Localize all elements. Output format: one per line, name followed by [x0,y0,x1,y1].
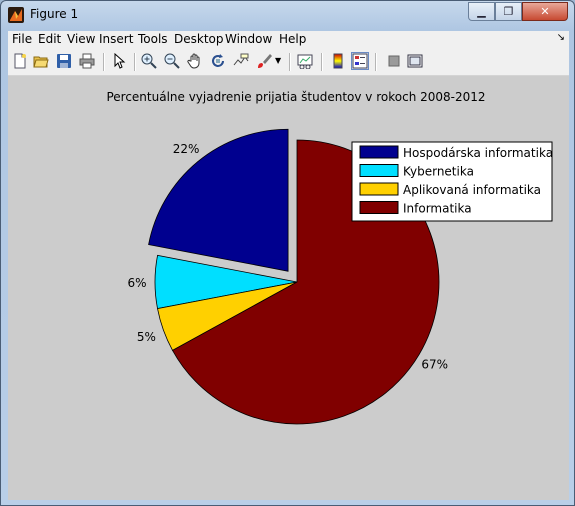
legend-swatch [359,164,399,177]
close-icon: ✕ [540,5,550,18]
figure-toolbar: ▼ [8,49,569,76]
maximize-button[interactable]: ❐ [495,2,522,21]
rotate-3d-icon[interactable] [209,52,227,70]
title-bar[interactable]: Figure 1 ▁ ❐ ✕ [1,1,574,29]
legend-label: Informatika [403,202,472,216]
menu-insert[interactable]: Insert [99,32,133,46]
minimize-icon: ▁ [477,5,486,18]
figure-window: Figure 1 ▁ ❐ ✕ File Edit View Insert Too… [0,0,575,506]
pointer-icon[interactable] [110,52,128,70]
legend-swatch [359,145,399,159]
new-figure-icon[interactable] [11,52,29,70]
minimize-button[interactable]: ▁ [468,2,495,21]
slice-percent-label: 22% [173,142,200,156]
pie-chart: Percentuálne vyjadrenie prijatia študent… [106,90,553,425]
legend[interactable]: Hospodárska informatika Kybernetika Apliko… [351,141,553,222]
legend-label: Aplikovaná informatika [403,183,541,197]
chart-title: Percentuálne vyjadrenie prijatia študent… [106,90,485,104]
data-cursor-icon[interactable] [232,52,250,70]
hide-plot-tools-icon[interactable] [385,52,403,70]
legend-label: Hospodárska informatika [403,146,553,160]
zoom-in-icon[interactable] [140,52,158,70]
menu-tools[interactable]: Tools [138,32,168,46]
window-title: Figure 1 [30,7,79,21]
pan-icon[interactable] [186,52,204,70]
menu-view[interactable]: View [67,32,95,46]
brush-dropdown-icon[interactable]: ▼ [275,56,281,65]
figure-canvas: Percentuálne vyjadrenie prijatia študent… [8,76,569,500]
print-icon[interactable] [78,52,96,70]
legend-swatch [359,182,399,196]
pie-slice-1[interactable] [148,128,289,272]
menu-edit[interactable]: Edit [38,32,61,46]
menu-window[interactable]: Window [225,32,272,46]
slice-percent-label: 5% [137,330,156,344]
menu-bar: File Edit View Insert Tools Desktop Wind… [8,31,569,49]
menu-help[interactable]: Help [279,32,306,46]
open-file-icon[interactable] [32,52,50,70]
menu-dock-arrow-icon[interactable]: ↘ [557,32,565,43]
legend-icon[interactable] [351,52,369,70]
zoom-out-icon[interactable] [163,52,181,70]
close-button[interactable]: ✕ [522,2,568,21]
save-icon[interactable] [55,52,73,70]
brush-icon[interactable] [255,52,273,70]
slice-percent-label: 6% [127,276,146,290]
menu-file[interactable]: File [12,32,32,46]
colorbar-icon[interactable] [329,52,347,70]
slice-percent-label: 67% [421,357,448,371]
show-plot-tools-icon[interactable] [406,52,424,70]
maximize-icon: ❐ [503,5,514,18]
legend-label: Kybernetika [403,165,474,179]
link-plot-icon[interactable] [296,52,314,70]
legend-swatch [359,201,399,214]
matlab-icon [8,7,24,23]
menu-desktop[interactable]: Desktop [174,32,224,46]
